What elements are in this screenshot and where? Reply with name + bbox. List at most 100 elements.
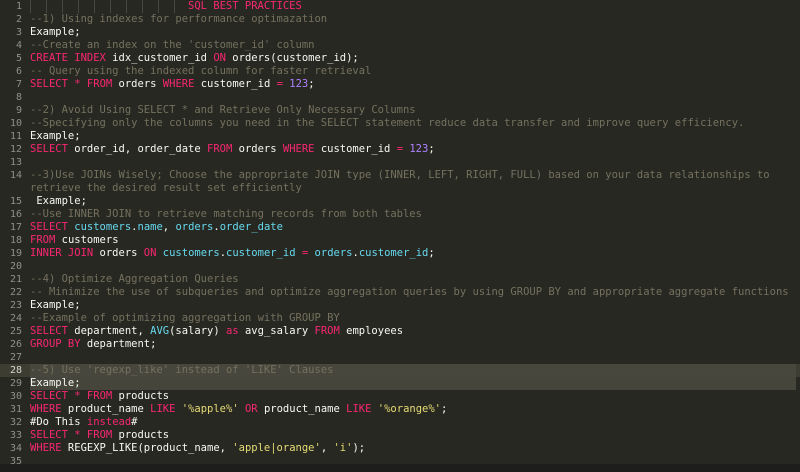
code-text: --1) Using indexes for performance optim… xyxy=(30,13,796,26)
code-line-31[interactable]: 31 WHERE product_name LIKE '%apple%' OR p… xyxy=(0,403,800,416)
code-line-30[interactable]: 30 SELECT * FROM products xyxy=(0,390,800,403)
code-text: WHERE REGEXP_LIKE(product_name, 'apple|o… xyxy=(30,442,796,455)
code-text: INNER JOIN orders ON customers.customer_… xyxy=(30,247,796,260)
code-line-32[interactable]: 32 #Do This instead# xyxy=(0,416,800,429)
code-text: -- Minimize the use of subqueries and op… xyxy=(30,286,796,299)
line-number: 17 xyxy=(9,222,22,233)
token: Example; xyxy=(30,377,81,389)
token: ; xyxy=(308,78,315,90)
code-text: --5) Use 'regexp_like' instead of 'LIKE'… xyxy=(30,364,796,377)
token: orders xyxy=(314,247,353,259)
code-line-11[interactable]: 11 Example; xyxy=(0,130,800,143)
token: --Use INNER JOIN to retrieve matching re… xyxy=(30,208,422,220)
code-line-7[interactable]: 7 SELECT * FROM orders WHERE customer_id … xyxy=(0,78,800,91)
code-text: --2) Avoid Using SELECT * and Retrieve O… xyxy=(30,104,796,117)
code-line-29[interactable]: 29 Example; xyxy=(0,377,800,390)
line-number: 26 xyxy=(9,339,22,350)
token: -- Query using the indexed column for fa… xyxy=(30,65,372,77)
token: order_date xyxy=(219,221,283,233)
code-text: CREATE INDEX idx_customer_id ON orders(c… xyxy=(30,52,796,65)
code-line-6[interactable]: 6 -- Query using the indexed column for f… xyxy=(0,65,800,78)
code-editor[interactable]: 1 SQL BEST PRACTICES 2 --1) Using indexes f… xyxy=(0,0,800,464)
token: ; xyxy=(428,247,435,259)
code-line-4[interactable]: 4 --Create an index on the 'customer_id' … xyxy=(0,39,800,52)
token: --4) Optimize Aggregation Queries xyxy=(30,273,239,285)
code-line-17[interactable]: 17 SELECT customers.name, orders.order_da… xyxy=(0,221,800,234)
code-line-24[interactable]: 24 --Example of optimizing aggregation wi… xyxy=(0,312,800,325)
code-line-15[interactable]: 15 Example; xyxy=(0,195,800,208)
code-line-22[interactable]: 22 -- Minimize the use of subqueries and … xyxy=(0,286,800,299)
line-number: 23 xyxy=(9,300,22,311)
code-line-19[interactable]: 19 INNER JOIN orders ON customers.custome… xyxy=(0,247,800,260)
line-number: 22 xyxy=(9,287,22,298)
token: Example; xyxy=(30,26,81,38)
code-line-8[interactable]: 8 xyxy=(0,91,800,104)
token: WHERE xyxy=(162,78,195,90)
line-number: 8 xyxy=(15,92,22,103)
token: --5) Use 'regexp_like' instead of 'LIKE'… xyxy=(30,364,334,376)
token: SELECT xyxy=(30,143,68,155)
token: REGEXP_LIKE(product_name, xyxy=(61,442,233,454)
code-line-23[interactable]: 23 Example; xyxy=(0,299,800,312)
line-number: 18 xyxy=(9,235,22,246)
code-line-33[interactable]: 33 SELECT * FROM products xyxy=(0,429,800,442)
code-line-34[interactable]: 34 WHERE REGEXP_LIKE(product_name, 'apple… xyxy=(0,442,800,455)
code-line-27[interactable]: 27 xyxy=(0,351,800,364)
code-text: --Create an index on the 'customer_id' c… xyxy=(30,39,796,52)
code-text: GROUP BY department; xyxy=(30,338,796,351)
token: # xyxy=(131,416,138,428)
token: ON xyxy=(143,247,157,259)
code-line-35[interactable]: 35 xyxy=(0,455,800,464)
code-line-12[interactable]: 12 SELECT order_id, order_date FROM order… xyxy=(0,143,800,156)
token: product_name xyxy=(61,403,151,415)
code-line-26[interactable]: 26 GROUP BY department; xyxy=(0,338,800,351)
code-text: SELECT order_id, order_date FROM orders … xyxy=(30,143,796,156)
token: ; xyxy=(441,403,448,415)
token: GROUP BY xyxy=(30,338,81,350)
token: FROM xyxy=(86,78,113,90)
code-line-21[interactable]: 21 --4) Optimize Aggregation Queries xyxy=(0,273,800,286)
token: 'i' xyxy=(333,442,353,454)
token: #Do This xyxy=(30,416,87,428)
token: Example; xyxy=(30,299,81,311)
token: name xyxy=(137,221,163,233)
code-text: Example; xyxy=(30,195,796,208)
token: customer_id xyxy=(226,247,296,259)
line-number: 4 xyxy=(15,40,22,51)
code-line-13[interactable]: 13 xyxy=(0,156,800,169)
token: customer_id xyxy=(358,247,429,259)
code-line-16[interactable]: 16 --Use INNER JOIN to retrieve matching … xyxy=(0,208,800,221)
line-number: 35 xyxy=(9,456,22,464)
code-line-14[interactable]: 14 --3)Use JOINs Wisely; Choose the appro… xyxy=(0,169,800,195)
code-line-3[interactable]: 3 Example; xyxy=(0,26,800,39)
code-line-20[interactable]: 20 xyxy=(0,260,800,273)
token: WHERE xyxy=(30,442,62,454)
status-bar xyxy=(0,464,800,472)
code-line-28[interactable]: 28 --5) Use 'regexp_like' instead of 'LIK… xyxy=(0,364,800,377)
code-text: Example; xyxy=(30,299,796,312)
code-text: Example; xyxy=(30,377,796,390)
line-number: 24 xyxy=(9,313,22,324)
code-text: --4) Optimize Aggregation Queries xyxy=(30,273,796,286)
token: CREATE INDEX xyxy=(30,52,106,64)
code-text: -- Query using the indexed column for fa… xyxy=(30,65,796,78)
token: LIKE xyxy=(346,403,372,415)
token: FROM xyxy=(86,429,113,441)
token: idx_customer_id xyxy=(105,52,214,64)
line-number: 3 xyxy=(15,27,22,38)
token: OR xyxy=(244,403,258,415)
code-line-1[interactable]: 1 SQL BEST PRACTICES xyxy=(0,0,800,13)
token: avg_salary xyxy=(238,325,315,337)
code-line-10[interactable]: 10 --Specifying only the columns you need… xyxy=(0,117,800,130)
token: LIKE xyxy=(150,403,176,415)
token: 123 xyxy=(289,78,309,90)
code-line-5[interactable]: 5 CREATE INDEX idx_customer_id ON orders(… xyxy=(0,52,800,65)
token: 'apple|orange' xyxy=(232,442,321,454)
code-line-2[interactable]: 2 --1) Using indexes for performance opti… xyxy=(0,13,800,26)
code-line-9[interactable]: 9 --2) Avoid Using SELECT * and Retrieve … xyxy=(0,104,800,117)
code-line-18[interactable]: 18 FROM customers xyxy=(0,234,800,247)
token: orders xyxy=(112,78,163,90)
code-line-25[interactable]: 25 SELECT department, AVG(salary) as avg_… xyxy=(0,325,800,338)
token: SELECT xyxy=(30,390,68,402)
token: Example; xyxy=(30,195,87,207)
